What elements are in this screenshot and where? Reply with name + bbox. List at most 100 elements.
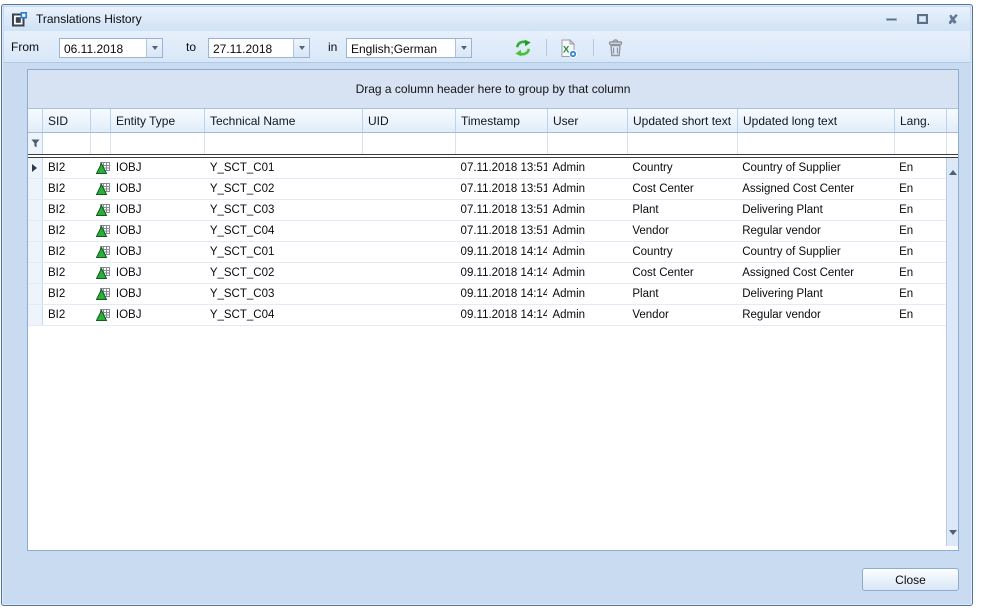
- table-row[interactable]: BI2 IOBJY_SCT_C0209.11.2018 14:14AdminCo…: [28, 263, 946, 284]
- cell-updated_long_text[interactable]: Regular vendor: [737, 221, 894, 241]
- cell-timestamp[interactable]: 09.11.2018 14:14: [456, 305, 548, 325]
- cell-uid[interactable]: [363, 158, 456, 178]
- column-header-timestamp[interactable]: Timestamp: [456, 109, 548, 132]
- close-window-button[interactable]: ✘: [946, 13, 960, 26]
- cell-entity_type[interactable]: IOBJ: [111, 263, 205, 283]
- cell-icon[interactable]: [91, 221, 111, 241]
- titlebar[interactable]: Translations History ✘: [4, 7, 970, 31]
- cell-lang[interactable]: En: [894, 179, 946, 199]
- cell-icon[interactable]: [91, 263, 111, 283]
- table-row[interactable]: BI2 IOBJY_SCT_C0409.11.2018 14:14AdminVe…: [28, 305, 946, 326]
- cell-updated_short_text[interactable]: Plant: [627, 200, 737, 220]
- table-row[interactable]: BI2 IOBJY_SCT_C0407.11.2018 13:51AdminVe…: [28, 221, 946, 242]
- cell-entity_type[interactable]: IOBJ: [111, 242, 205, 262]
- column-header-sid[interactable]: SID: [43, 109, 91, 132]
- filter-cell-timestamp[interactable]: [456, 133, 548, 154]
- cell-updated_long_text[interactable]: Country of Supplier: [737, 158, 894, 178]
- language-dropdown-button[interactable]: [455, 39, 471, 57]
- cell-uid[interactable]: [363, 200, 456, 220]
- filter-cell-technical_name[interactable]: [205, 133, 363, 154]
- column-header-user[interactable]: User: [548, 109, 628, 132]
- cell-updated_long_text[interactable]: Delivering Plant: [737, 200, 894, 220]
- cell-technical_name[interactable]: Y_SCT_C01: [205, 242, 363, 262]
- filter-cell-icon[interactable]: [91, 133, 111, 154]
- column-header-lang[interactable]: Lang.: [895, 109, 947, 132]
- cell-uid[interactable]: [363, 305, 456, 325]
- to-date-input[interactable]: 27.11.2018: [208, 38, 310, 58]
- cell-technical_name[interactable]: Y_SCT_C03: [205, 200, 363, 220]
- cell-icon[interactable]: [91, 242, 111, 262]
- table-row[interactable]: BI2 IOBJY_SCT_C0107.11.2018 13:51AdminCo…: [28, 158, 946, 179]
- cell-user[interactable]: Admin: [547, 305, 627, 325]
- delete-button[interactable]: [604, 37, 626, 59]
- filter-cell-updated_short_text[interactable]: [628, 133, 738, 154]
- cell-sid[interactable]: BI2: [43, 284, 91, 304]
- filter-cell-updated_long_text[interactable]: [738, 133, 895, 154]
- cell-technical_name[interactable]: Y_SCT_C04: [205, 305, 363, 325]
- cell-user[interactable]: Admin: [547, 242, 627, 262]
- cell-updated_short_text[interactable]: Vendor: [627, 221, 737, 241]
- group-by-panel[interactable]: Drag a column header here to group by th…: [28, 70, 958, 109]
- cell-uid[interactable]: [363, 263, 456, 283]
- close-button[interactable]: Close: [862, 568, 959, 591]
- table-row[interactable]: BI2 IOBJY_SCT_C0207.11.2018 13:51AdminCo…: [28, 179, 946, 200]
- cell-timestamp[interactable]: 09.11.2018 14:14: [456, 263, 548, 283]
- column-header-icon[interactable]: [91, 109, 111, 132]
- table-row[interactable]: BI2 IOBJY_SCT_C0309.11.2018 14:14AdminPl…: [28, 284, 946, 305]
- cell-timestamp[interactable]: 09.11.2018 14:14: [456, 284, 548, 304]
- cell-user[interactable]: Admin: [547, 158, 627, 178]
- from-date-input[interactable]: 06.11.2018: [59, 38, 163, 58]
- refresh-button[interactable]: [512, 37, 534, 59]
- vertical-scrollbar[interactable]: [946, 158, 958, 546]
- scroll-down-button[interactable]: [947, 524, 958, 540]
- cell-uid[interactable]: [363, 242, 456, 262]
- cell-updated_long_text[interactable]: Assigned Cost Center: [737, 263, 894, 283]
- language-select[interactable]: English;German: [346, 38, 472, 58]
- cell-icon[interactable]: [91, 305, 111, 325]
- cell-technical_name[interactable]: Y_SCT_C02: [205, 179, 363, 199]
- cell-technical_name[interactable]: Y_SCT_C02: [205, 263, 363, 283]
- cell-updated_long_text[interactable]: Country of Supplier: [737, 242, 894, 262]
- column-header-updated_short_text[interactable]: Updated short text: [628, 109, 738, 132]
- cell-timestamp[interactable]: 07.11.2018 13:51: [456, 158, 548, 178]
- cell-technical_name[interactable]: Y_SCT_C03: [205, 284, 363, 304]
- cell-lang[interactable]: En: [894, 284, 946, 304]
- cell-timestamp[interactable]: 09.11.2018 14:14: [456, 242, 548, 262]
- filter-cell-user[interactable]: [548, 133, 628, 154]
- cell-user[interactable]: Admin: [547, 263, 627, 283]
- cell-lang[interactable]: En: [894, 242, 946, 262]
- cell-updated_short_text[interactable]: Vendor: [627, 305, 737, 325]
- cell-user[interactable]: Admin: [547, 179, 627, 199]
- cell-entity_type[interactable]: IOBJ: [111, 200, 205, 220]
- cell-lang[interactable]: En: [894, 263, 946, 283]
- cell-user[interactable]: Admin: [547, 200, 627, 220]
- cell-sid[interactable]: BI2: [43, 158, 91, 178]
- cell-technical_name[interactable]: Y_SCT_C04: [205, 221, 363, 241]
- filter-cell-lang[interactable]: [895, 133, 947, 154]
- cell-lang[interactable]: En: [894, 158, 946, 178]
- cell-entity_type[interactable]: IOBJ: [111, 158, 205, 178]
- cell-updated_long_text[interactable]: Delivering Plant: [737, 284, 894, 304]
- cell-lang[interactable]: En: [894, 200, 946, 220]
- cell-sid[interactable]: BI2: [43, 200, 91, 220]
- cell-icon[interactable]: [91, 158, 111, 178]
- cell-uid[interactable]: [363, 284, 456, 304]
- cell-updated_short_text[interactable]: Country: [627, 242, 737, 262]
- table-row[interactable]: BI2 IOBJY_SCT_C0307.11.2018 13:51AdminPl…: [28, 200, 946, 221]
- filter-cell-uid[interactable]: [363, 133, 456, 154]
- cell-sid[interactable]: BI2: [43, 263, 91, 283]
- cell-uid[interactable]: [363, 179, 456, 199]
- cell-icon[interactable]: [91, 179, 111, 199]
- cell-entity_type[interactable]: IOBJ: [111, 305, 205, 325]
- to-date-dropdown-button[interactable]: [293, 39, 309, 57]
- scroll-up-button[interactable]: [947, 164, 958, 180]
- cell-sid[interactable]: BI2: [43, 242, 91, 262]
- cell-lang[interactable]: En: [894, 221, 946, 241]
- cell-updated_short_text[interactable]: Country: [627, 158, 737, 178]
- cell-entity_type[interactable]: IOBJ: [111, 221, 205, 241]
- cell-updated_long_text[interactable]: Assigned Cost Center: [737, 179, 894, 199]
- minimize-button[interactable]: [884, 13, 898, 26]
- cell-updated_short_text[interactable]: Cost Center: [627, 179, 737, 199]
- cell-sid[interactable]: BI2: [43, 179, 91, 199]
- cell-timestamp[interactable]: 07.11.2018 13:51: [456, 221, 548, 241]
